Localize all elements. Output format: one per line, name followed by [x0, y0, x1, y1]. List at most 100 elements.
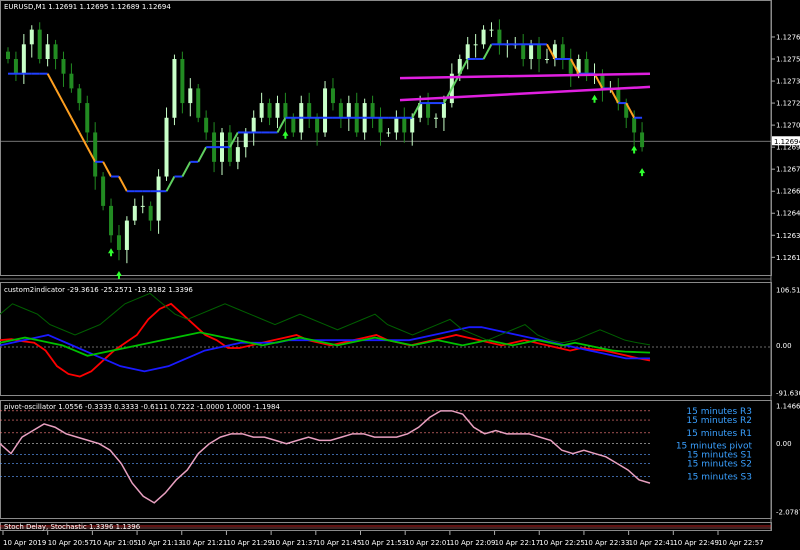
candle-body [584, 59, 589, 74]
price-tick-label: 1.12765 [776, 33, 800, 41]
indicator-axis: 106.514 0.00 -91.6304 [776, 287, 800, 398]
pivot-tick-label: 1.1466 [776, 403, 800, 411]
candle-body [378, 117, 383, 133]
candle-body [116, 235, 121, 250]
candle-body [441, 103, 446, 118]
ma-segment [62, 102, 73, 119]
candle-body [29, 29, 34, 45]
price-tick-label: 1.12660 [776, 188, 800, 196]
candle-body [283, 103, 288, 118]
candle-body [386, 132, 391, 134]
ma-segment [46, 73, 57, 89]
time-tick-label: 10 Apr 22:49 [673, 539, 719, 547]
up-arrow-icon [639, 168, 646, 177]
ma-segment [102, 161, 112, 177]
time-tick-label: 10 Apr 22:25 [539, 539, 585, 547]
pivot-tick-label: 0.00 [776, 440, 792, 448]
time-tick-label: 10 Apr 21:05 [92, 539, 138, 547]
time-tick-label: 10 Apr 21:29 [226, 539, 272, 547]
candle-body [267, 103, 272, 118]
candle-body [307, 103, 312, 118]
time-tick-label: 10 Apr 22:33 [584, 539, 630, 547]
candle-body [426, 103, 431, 118]
time-tick-label: 10 Apr 21:53 [361, 539, 407, 547]
price-tick-label: 1.12750 [776, 56, 800, 64]
price-tick-label: 1.12675 [776, 166, 800, 174]
price-tick-label: 1.12630 [776, 232, 800, 240]
price-label: 1.12694 [774, 138, 800, 146]
indicator-tick-label: -91.6304 [776, 390, 800, 398]
candle-body [243, 132, 248, 148]
time-tick-label: 10 Apr 22:41 [629, 539, 675, 547]
time-tick-label: 10 Apr 2019 [3, 539, 46, 547]
candle-body [148, 205, 153, 221]
indicator-title: custom2indicator -29.3616 -25.2571 -13.9… [4, 286, 193, 294]
candle-body [21, 44, 26, 74]
stoch-title: Stoch Delay, Stochastic 1.3396 1.1396 [4, 523, 141, 531]
panel-frames [0, 0, 772, 531]
ma-segment [197, 146, 208, 163]
pivot-tick-label: -2.0787 [776, 509, 800, 517]
candle-body [481, 29, 486, 45]
up-arrow-icon [115, 270, 122, 279]
pivot-oscillator-line [0, 410, 651, 504]
channel-upper [399, 72, 651, 80]
ma-segment [181, 161, 192, 177]
time-tick-label: 10 Apr 22:57 [718, 539, 764, 547]
time-tick-label: 10 Apr 21:21 [182, 539, 228, 547]
candle-body [77, 88, 82, 104]
candle-body [291, 117, 296, 133]
candle-body [394, 117, 399, 133]
candle-body [53, 44, 58, 60]
candle-body [196, 88, 201, 118]
candle-body [180, 59, 185, 104]
pivot-level-label: 15 minutes R1 [686, 429, 752, 439]
candle-body [338, 103, 343, 118]
candle-body [93, 132, 98, 177]
candle-body [434, 117, 438, 119]
candle-body [132, 205, 137, 221]
price-tick-label: 1.12705 [776, 122, 800, 130]
candle-body [323, 88, 328, 133]
time-tick-label: 10 Apr 22:01 [405, 539, 451, 547]
candle-body [140, 205, 145, 207]
time-tick-label: 10 Apr 22:09 [450, 539, 496, 547]
candle-body [640, 132, 645, 148]
price-tick-label: 1.12720 [776, 100, 800, 108]
pivot-levels: 15 minutes R315 minutes R215 minutes R11… [0, 407, 752, 483]
candle-body [204, 117, 209, 133]
candle-body [370, 103, 375, 118]
stochastic-panel: Stoch Delay, Stochastic 1.3396 1.1396 [0, 523, 771, 531]
candle-body [410, 117, 415, 133]
time-tick-label: 10 Apr 21:45 [316, 539, 362, 547]
candle-body [235, 147, 240, 162]
candle-body [521, 44, 526, 60]
trading-chart: EURUSD,M1 1.12691 1.12695 1.12689 1.1269… [0, 0, 800, 547]
indicator-series-line [0, 292, 651, 346]
ma-segment [118, 176, 128, 192]
up-arrow-icon [108, 248, 115, 257]
candle-body [315, 117, 320, 133]
ma-segment [482, 43, 493, 60]
pivot-level-label: 15 minutes S3 [687, 473, 752, 483]
price-tick-label: 1.12645 [776, 210, 800, 218]
candle-body [473, 44, 478, 46]
candle-body [402, 117, 407, 133]
candle-body [13, 59, 18, 74]
ma-segment [165, 176, 176, 192]
time-tick-label: 10 Apr 20:57 [48, 539, 94, 547]
price-axis: 1.12765 1.12750 1.12735 1.12720 1.12705 1.126… [771, 33, 800, 262]
pivot-level-label: 15 minutes R2 [686, 416, 752, 426]
up-arrow-icon [631, 145, 638, 154]
candle-body [85, 103, 90, 133]
pivot-axis: 1.1466 0.00 -2.0787 [776, 403, 800, 517]
ma-segment [78, 131, 89, 148]
candle-body [37, 29, 42, 60]
candle-body [330, 88, 335, 104]
price-tick-label: 1.12735 [776, 78, 800, 86]
up-arrow-icon [282, 130, 289, 139]
candle-body [45, 44, 50, 60]
candle-body [156, 176, 161, 221]
candle-body [632, 117, 637, 133]
candle-body [497, 29, 502, 45]
